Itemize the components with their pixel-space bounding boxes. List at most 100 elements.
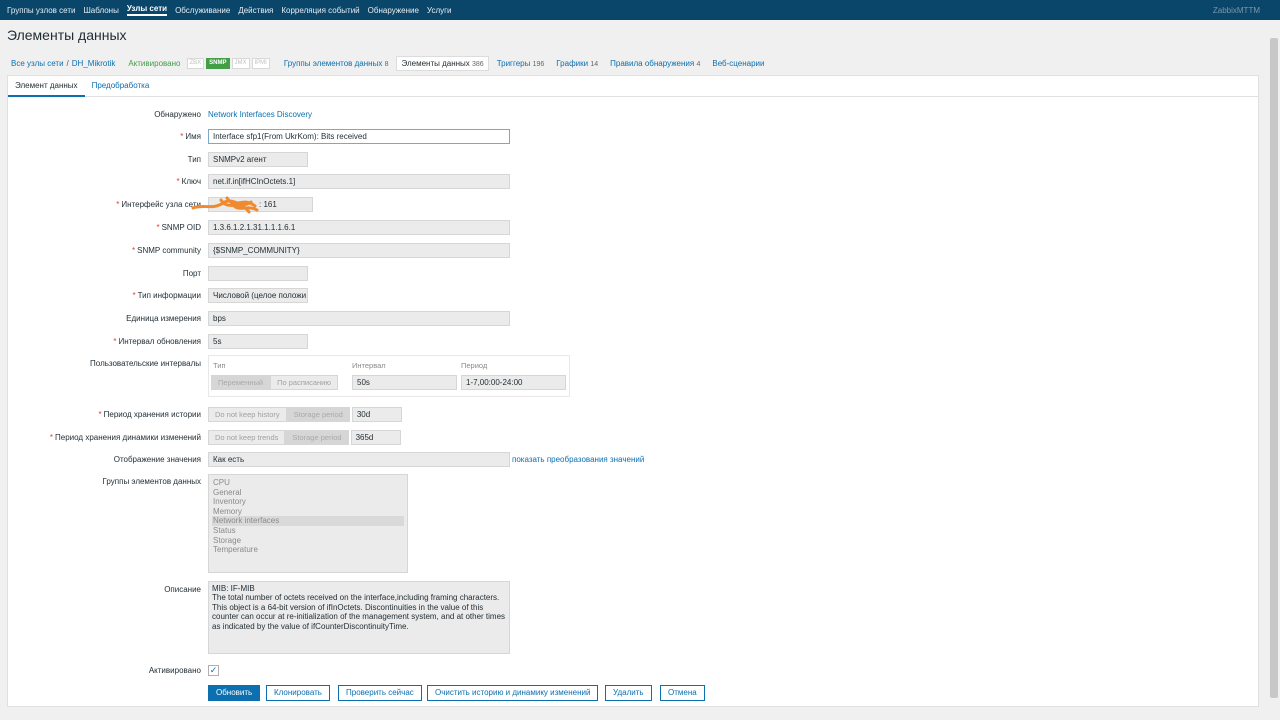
- availability-badges: ZBX SNMP JMX IPMI: [186, 57, 270, 69]
- nav-maintenance[interactable]: Обслуживание: [175, 6, 230, 15]
- history-no-keep-option[interactable]: Do not keep history: [208, 407, 287, 422]
- tab-item[interactable]: Элемент данных: [8, 76, 85, 97]
- interval-input[interactable]: 5s: [208, 334, 308, 349]
- breadcrumb-host[interactable]: DH_Mikrotik: [72, 59, 116, 68]
- tab-discovery-rules-label: Правила обнаружения: [610, 58, 695, 68]
- port-input[interactable]: [208, 266, 308, 281]
- application-option[interactable]: CPU: [212, 478, 404, 488]
- history-label: * Период хранения истории: [5, 410, 202, 419]
- application-option[interactable]: General: [212, 488, 404, 498]
- discovered-link[interactable]: Network Interfaces Discovery: [208, 110, 312, 119]
- tab-applications-count: 8: [384, 60, 389, 68]
- valuemap-link[interactable]: показать преобразования значений: [512, 455, 644, 464]
- redaction-scribble: [191, 196, 259, 214]
- delete-button[interactable]: Удалить: [605, 685, 652, 701]
- valuemap-label: Отображение значения: [113, 455, 201, 464]
- clone-button[interactable]: Клонировать: [266, 685, 330, 701]
- nav-hosts[interactable]: Узлы сети: [126, 4, 168, 16]
- cancel-button[interactable]: Отмена: [660, 685, 705, 701]
- custom-intervals-label: Пользовательские интервалы: [90, 359, 201, 368]
- interval-label: * Интервал обновления: [5, 337, 201, 346]
- application-option[interactable]: Memory: [212, 507, 404, 517]
- description-line: This object is a 64-bit version of ifInO…: [212, 602, 484, 612]
- description-label: Описание: [164, 585, 201, 594]
- trends-no-keep-option[interactable]: Do not keep trends: [208, 430, 286, 445]
- nav-templates[interactable]: Шаблоны: [83, 6, 118, 15]
- custom-intervals-table: Тип Интервал Период Переменный По распис…: [208, 355, 570, 397]
- units-label: Единица измерения: [126, 314, 201, 323]
- tab-web-scenarios[interactable]: Веб-сценарии: [708, 57, 768, 70]
- tab-triggers-label: Триггеры: [496, 58, 531, 68]
- page-title: Элементы данных: [7, 27, 127, 43]
- valuemap-select[interactable]: Как есть: [208, 452, 510, 467]
- application-option[interactable]: Temperature: [212, 545, 404, 555]
- tab-graphs[interactable]: Графики 14: [552, 57, 602, 70]
- history-storage-option[interactable]: Storage period: [286, 407, 350, 422]
- application-option[interactable]: Inventory: [212, 497, 404, 507]
- trends-label-text: Период хранения динамики изменений: [55, 433, 201, 442]
- nav-discovery[interactable]: Обнаружение: [368, 6, 419, 15]
- name-label-text: Имя: [185, 132, 201, 141]
- application-option-selected[interactable]: Network interfaces: [212, 516, 404, 526]
- host-status[interactable]: Активировано: [128, 59, 180, 68]
- checkmark-icon: ✓: [209, 665, 218, 675]
- units-input[interactable]: bps: [208, 311, 510, 326]
- trends-storage-option[interactable]: Storage period: [285, 430, 349, 445]
- tab-items[interactable]: Элементы данных 386: [396, 55, 489, 71]
- required-mark: *: [49, 433, 54, 442]
- update-button[interactable]: Обновить: [208, 685, 261, 701]
- community-input[interactable]: {$SNMP_COMMUNITY}: [208, 243, 510, 258]
- interface-label-text: Интерфейс узла сети: [121, 200, 201, 209]
- tab-applications[interactable]: Группы элементов данных 8: [280, 57, 393, 70]
- scrollbar-thumb[interactable]: [1270, 38, 1278, 698]
- name-input[interactable]: Interface sfp1(From UkrKom): Bits receiv…: [208, 129, 510, 144]
- info-type-select[interactable]: Числовой (целое положи: [208, 288, 308, 303]
- check-now-button[interactable]: Проверить сейчас: [338, 685, 422, 701]
- application-option[interactable]: Status: [212, 526, 404, 536]
- ci-interval-input[interactable]: 50s: [352, 375, 457, 390]
- required-mark: *: [113, 337, 117, 346]
- applications-listbox[interactable]: CPU General Inventory Memory Network int…: [208, 474, 408, 573]
- trends-toggle: Do not keep trends Storage period 365d: [208, 430, 401, 445]
- clear-history-button[interactable]: Очистить историю и динамику изменений: [427, 685, 599, 701]
- discovered-label: Обнаружено: [154, 110, 201, 119]
- tab-triggers[interactable]: Триггеры 196: [493, 57, 549, 70]
- description-line: as indicated by the value of ifCounterDi…: [212, 621, 409, 631]
- badge-jmx: JMX: [231, 57, 250, 69]
- trends-input[interactable]: 365d: [350, 430, 401, 445]
- description-textarea[interactable]: MIB: IF-MIB The total number of octets r…: [208, 581, 510, 654]
- ci-flexible-option[interactable]: Переменный: [211, 375, 271, 390]
- tab-triggers-count: 196: [532, 60, 545, 68]
- tab-preprocessing[interactable]: Предобработка: [85, 76, 157, 97]
- community-label-text: SNMP community: [137, 246, 201, 255]
- application-option[interactable]: Storage: [212, 536, 404, 546]
- enabled-checkbox[interactable]: ✓: [208, 665, 219, 676]
- breadcrumb-all-hosts[interactable]: Все узлы сети: [11, 59, 64, 68]
- history-input[interactable]: 30d: [351, 407, 402, 422]
- tab-discovery-rules[interactable]: Правила обнаружения 4: [606, 57, 704, 70]
- tab-graphs-label: Графики: [556, 58, 589, 68]
- oid-input[interactable]: 1.3.6.1.2.1.31.1.1.1.6.1: [208, 220, 510, 235]
- required-mark: *: [156, 223, 160, 232]
- tab-graphs-count: 14: [590, 60, 599, 68]
- breadcrumb: Все узлы сети / DH_Mikrotik Активировано…: [0, 54, 1266, 72]
- nav-event-correlation[interactable]: Корреляция событий: [281, 6, 359, 15]
- interval-label-text: Интервал обновления: [118, 337, 201, 346]
- badge-ipmi: IPMI: [251, 57, 270, 69]
- type-select[interactable]: SNMPv2 агент: [208, 152, 308, 167]
- nav-host-groups[interactable]: Группы узлов сети: [7, 6, 75, 15]
- interface-label: * Интерфейс узла сети: [5, 200, 201, 209]
- ci-scheduling-option[interactable]: По расписанию: [270, 375, 338, 390]
- ci-period-input[interactable]: 1-7,00:00-24:00: [461, 375, 566, 390]
- brand-label: ZabbixMTTM: [1212, 6, 1260, 15]
- nav-actions[interactable]: Действия: [238, 6, 273, 15]
- ci-header-interval: Интервал: [352, 361, 386, 370]
- page-scrollbar[interactable]: [1268, 20, 1280, 720]
- nav-services[interactable]: Услуги: [427, 6, 452, 15]
- description-line: MIB: IF-MIB: [212, 584, 255, 593]
- form-tabs: Элемент данных Предобработка: [8, 76, 1258, 97]
- breadcrumb-separator: /: [66, 58, 69, 68]
- key-input[interactable]: net.if.in[ifHCInOctets.1]: [208, 174, 510, 189]
- type-label: Тип: [187, 155, 201, 164]
- info-type-label: * Тип информации: [5, 291, 201, 300]
